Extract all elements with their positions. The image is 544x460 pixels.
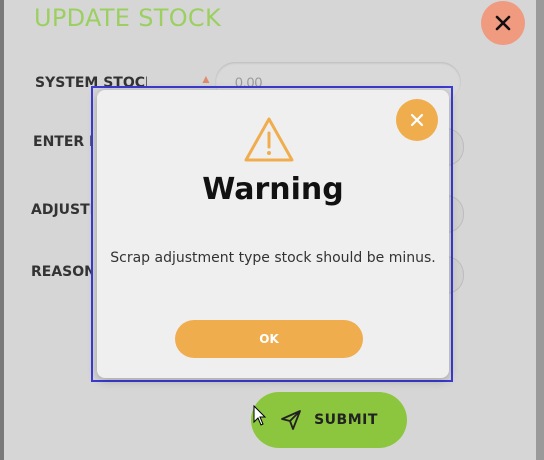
close-icon: [495, 15, 511, 31]
page-title: UPDATE STOCK: [34, 4, 221, 32]
mouse-cursor-icon: [253, 405, 267, 426]
reason-label: REASON: [31, 264, 93, 280]
warning-icon: [244, 117, 294, 162]
window-edge-right: [536, 0, 544, 460]
warning-dialog: Warning Scrap adjustment type stock shou…: [97, 90, 449, 378]
dialog-message: Scrap adjustment type stock should be mi…: [110, 250, 436, 266]
dialog-title: Warning: [202, 172, 344, 207]
required-marker: ▲: [200, 72, 212, 86]
send-icon: [281, 410, 301, 430]
submit-button[interactable]: SUBMIT: [251, 392, 407, 448]
ok-button[interactable]: OK: [175, 320, 363, 358]
adjustment-type-label: ADJUSTM: [31, 202, 93, 218]
close-icon: [410, 113, 424, 127]
close-button[interactable]: [481, 1, 525, 45]
submit-label: SUBMIT: [314, 412, 378, 428]
dialog-close-button[interactable]: [396, 99, 438, 141]
enter-new-label: ENTER N: [33, 134, 93, 150]
